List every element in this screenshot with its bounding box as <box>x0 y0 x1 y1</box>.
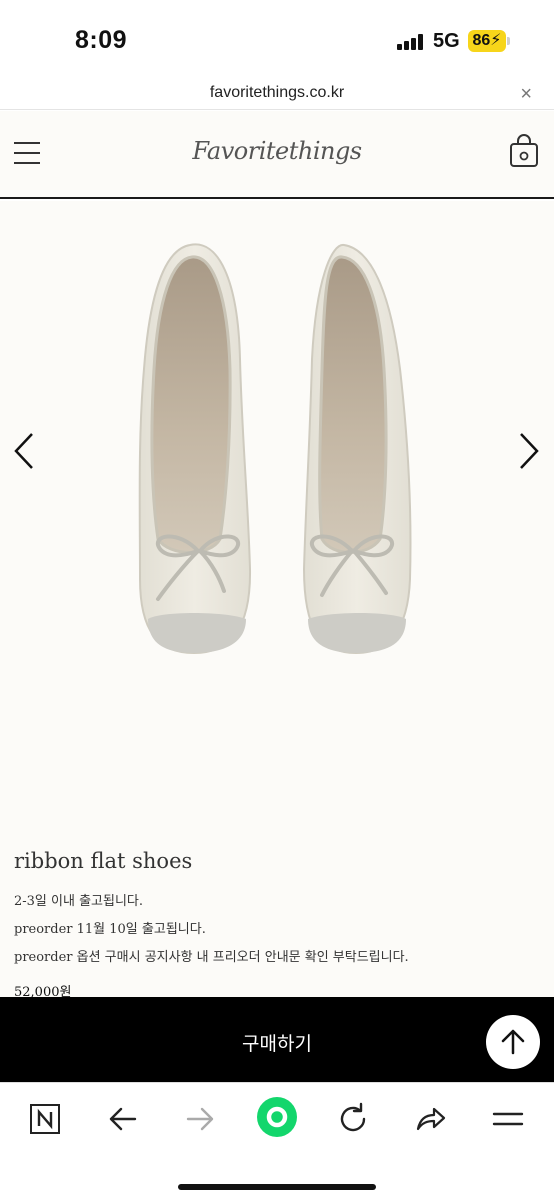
site-logo[interactable]: Favoritethings <box>0 137 554 165</box>
shopping-bag-icon[interactable] <box>509 134 539 168</box>
forward-icon[interactable] <box>180 1099 220 1139</box>
close-icon[interactable]: × <box>520 83 532 106</box>
url-text[interactable]: favoritethings.co.kr <box>0 84 554 102</box>
scroll-to-top-button[interactable] <box>486 1015 540 1069</box>
back-icon[interactable] <box>103 1099 143 1139</box>
reload-icon[interactable] <box>333 1099 373 1139</box>
battery-level: 86 <box>472 32 491 49</box>
green-home-icon[interactable] <box>255 1095 299 1139</box>
home-indicator <box>178 1184 376 1190</box>
url-bar[interactable]: favoritethings.co.kr × <box>0 80 554 110</box>
battery-cap <box>507 37 510 45</box>
previous-image-arrow-icon[interactable] <box>12 431 36 471</box>
buy-button[interactable]: 구매하기 <box>0 1029 554 1056</box>
signal-icon <box>397 34 425 50</box>
network-type: 5G <box>433 30 460 52</box>
site-header: Favoritethings <box>0 111 554 199</box>
product-section: ribbon flat shoes 2-3일 이내 출고됩니다. preorde… <box>0 201 554 1000</box>
shipping-note: 2-3일 이내 출고됩니다. <box>14 894 144 909</box>
naver-n-icon[interactable] <box>25 1099 65 1139</box>
status-bar: 8:09 5G 86⚡ <box>0 0 554 80</box>
arrow-up-icon <box>501 1029 525 1055</box>
buy-bar[interactable]: 구매하기 <box>0 997 554 1082</box>
menu-icon[interactable] <box>488 1099 528 1139</box>
next-image-arrow-icon[interactable] <box>517 431 541 471</box>
product-title: ribbon flat shoes <box>14 849 193 873</box>
battery-icon: 86⚡ <box>468 30 506 52</box>
preorder-notice: preorder 옵션 구매시 공지사항 내 프리오더 안내문 확인 부탁드립니… <box>14 950 409 965</box>
browser-toolbar <box>0 1082 554 1200</box>
preorder-note: preorder 11월 10일 출고됩니다. <box>14 922 206 937</box>
share-icon[interactable] <box>410 1099 450 1139</box>
product-image[interactable] <box>120 239 434 659</box>
status-time: 8:09 <box>75 26 128 54</box>
